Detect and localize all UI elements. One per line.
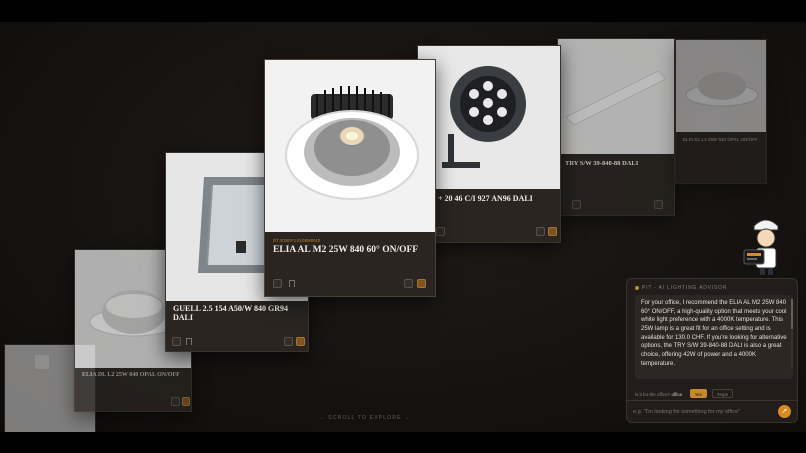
recessed-downlight-icon — [285, 86, 419, 200]
info-button[interactable] — [273, 279, 282, 288]
info-button[interactable] — [284, 337, 293, 346]
add-to-cart-button[interactable] — [548, 227, 557, 236]
quick-reply-no[interactable]: Nope — [712, 389, 734, 398]
info-button[interactable] — [654, 200, 663, 209]
product-card[interactable]: ELIA DL L2 25W 840 OPAL ON/OFF — [675, 39, 767, 184]
advisor-title: PIT - AI LIGHTING ADVISOR — [642, 285, 728, 291]
spotlight-icon — [442, 66, 526, 168]
product-card[interactable]: + 20 46 C/I 927 AN96 DALI — [417, 45, 561, 243]
chat-input-row: ➚ — [627, 400, 797, 422]
add-to-cart-button[interactable] — [296, 337, 305, 346]
info-button[interactable] — [536, 227, 545, 236]
advisor-message: For your office, I recommend the ELIA AL… — [635, 295, 793, 379]
quick-replies: is it for the office? office Yes Nope — [635, 383, 734, 398]
add-to-cart-button[interactable] — [182, 397, 190, 406]
ai-advisor-panel: PIT - AI LIGHTING ADVISOR For your offic… — [626, 278, 798, 423]
product-image — [265, 60, 435, 232]
product-image — [676, 40, 766, 132]
question-answer: office — [671, 392, 683, 397]
add-to-cart-button[interactable] — [417, 279, 426, 288]
chat-scrollbar[interactable] — [791, 299, 793, 369]
product-image — [418, 46, 560, 189]
scroll-hint: ← SCROLL TO EXPLORE → — [319, 415, 411, 421]
product-name: ELIA AL M2 25W 840 60° ON/OFF — [273, 245, 419, 255]
product-name: + 20 46 C/I 927 AN96 DALI — [438, 194, 533, 203]
status-dot-icon — [635, 285, 639, 290]
product-name: TRY S/W 39-840-88 DALI — [565, 160, 639, 167]
product-name: ELIA DL L2 25W 840 OPAL ON/OFF — [82, 372, 180, 378]
product-card[interactable]: TRY S/W 39-840-88 DALI — [557, 38, 675, 216]
info-button[interactable] — [436, 227, 445, 236]
bookmark-button[interactable] — [184, 337, 193, 346]
product-card-featured[interactable]: ST.EDEF1410BM840 ELIA AL M2 25W 840 60° … — [264, 59, 436, 297]
product-carousel-stage[interactable]: ELIA DL L2 25W 840 OPAL ON/OFF GUELL 2.5… — [0, 22, 806, 432]
arrow-up-right-icon[interactable]: ➚ — [778, 405, 791, 418]
advisor-mascot-icon — [743, 219, 779, 275]
chat-input[interactable] — [633, 406, 773, 418]
downlight-opal-icon — [685, 72, 759, 107]
question-text: is it for the office? — [635, 392, 671, 397]
product-name: GUELL 2.5 154 A50/W 840 GR94 DALI — [173, 304, 288, 322]
info-button[interactable] — [404, 279, 413, 288]
info-button[interactable] — [171, 397, 180, 406]
bookmark-button[interactable] — [287, 279, 296, 288]
info-button[interactable] — [572, 200, 581, 209]
quick-reply-question: is it for the office? office — [635, 392, 682, 397]
info-button[interactable] — [172, 337, 181, 346]
product-name: ELIA DL L2 25W 840 OPAL ON/OFF — [683, 137, 758, 142]
product-sku: ST.EDEF1410BM840 — [273, 238, 321, 243]
product-image — [558, 39, 674, 154]
advisor-header: PIT - AI LIGHTING ADVISOR — [635, 285, 727, 291]
linear-light-icon — [565, 70, 667, 126]
quick-reply-yes[interactable]: Yes — [689, 389, 707, 398]
